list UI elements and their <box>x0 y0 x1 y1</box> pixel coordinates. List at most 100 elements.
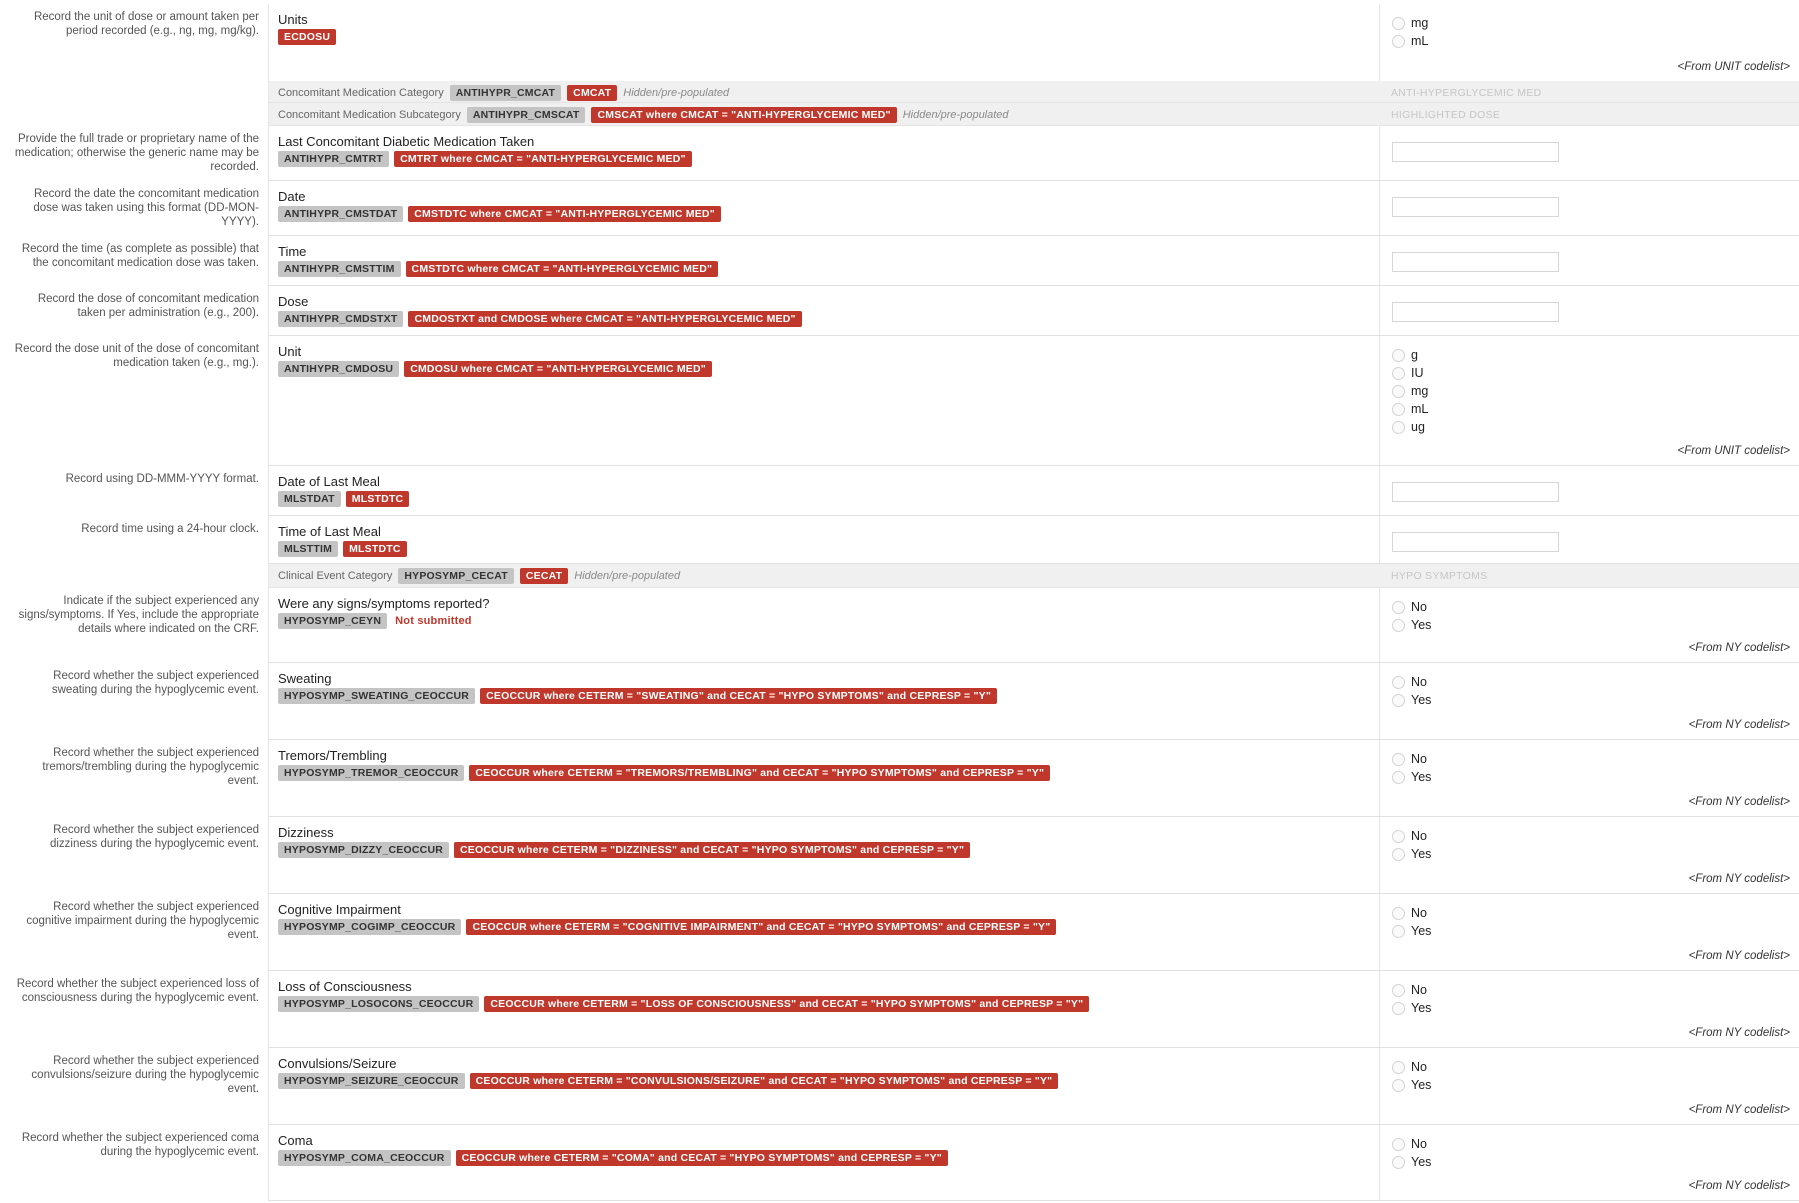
question-label: Time <box>278 244 307 259</box>
field-block-convulsions-seizure: Convulsions/Seizure HYPOSYMP_SEIZURE_CEOC… <box>268 1048 1799 1125</box>
time-of-last-meal-text-input[interactable] <box>1392 532 1559 552</box>
radio-group-units: mg mL <box>1392 14 1428 50</box>
radio-option-yes[interactable]: Yes <box>1392 616 1431 634</box>
question-cell: Were any signs/symptoms reported? HYPOSYM… <box>269 588 1379 662</box>
radio-button-icon[interactable] <box>1392 1060 1405 1074</box>
radio-option-no[interactable]: No <box>1392 750 1431 768</box>
annotation-tags: ANTIHYPR_CMSTDAT CMSTDTC where CMCAT = "A… <box>278 206 721 222</box>
radio-button-icon[interactable] <box>1392 752 1405 766</box>
annotation-tags: MLSTTIM MLSTDTC <box>278 541 407 557</box>
radio-button-icon[interactable] <box>1392 384 1405 398</box>
radio-option-yes[interactable]: Yes <box>1392 845 1431 863</box>
variable-tag: HYPOSYMP_COGIMP_CEOCCUR <box>278 919 462 935</box>
codelist-note: <From UNIT codelist> <box>1677 445 1790 457</box>
radio-button-icon[interactable] <box>1392 1155 1405 1169</box>
field-instruction: Record whether the subject experienced co… <box>0 1054 259 1096</box>
radio-button-icon[interactable] <box>1392 34 1405 48</box>
mapping-tag: CEOCCUR where CETERM = "CONVULSIONS/SEIZ… <box>469 1073 1059 1089</box>
radio-button-icon[interactable] <box>1392 983 1405 997</box>
radio-button-icon[interactable] <box>1392 348 1405 362</box>
radio-button-icon[interactable] <box>1392 906 1405 920</box>
radio-option-mg[interactable]: mg <box>1392 382 1428 400</box>
last-concomitant-diabetic-medication-taken-text-input[interactable] <box>1392 142 1559 162</box>
radio-option-yes[interactable]: Yes <box>1392 1153 1431 1171</box>
radio-option-no[interactable]: No <box>1392 981 1431 999</box>
radio-option-no[interactable]: No <box>1392 904 1431 922</box>
radio-button-icon[interactable] <box>1392 1001 1405 1015</box>
question-cell: Loss of Consciousness HYPOSYMP_LOSOCONS_C… <box>269 971 1379 1047</box>
radio-option-no[interactable]: No <box>1392 598 1431 616</box>
variable-tag: HYPOSYMP_CECAT <box>398 568 514 584</box>
question-cell: Concomitant Medication Subcategory ANTIHY… <box>269 103 1379 125</box>
mapping-tag: CMSTDTC where CMCAT = "ANTI-HYPERGLYCEMI… <box>408 206 721 222</box>
variable-tag: HYPOSYMP_LOSOCONS_CEOCCUR <box>278 996 480 1012</box>
radio-option-iu[interactable]: IU <box>1392 364 1428 382</box>
answer-cell <box>1379 236 1799 285</box>
mapping-tag: CMDOSU where CMCAT = "ANTI-HYPERGLYCEMIC… <box>404 361 712 377</box>
radio-option-ml[interactable]: mL <box>1392 400 1428 418</box>
radio-option-yes[interactable]: Yes <box>1392 1076 1431 1094</box>
form-row-dose: Record the dose of concomitant medicatio… <box>0 286 1799 336</box>
radio-button-icon[interactable] <box>1392 366 1405 380</box>
radio-button-icon[interactable] <box>1392 924 1405 938</box>
radio-button-icon[interactable] <box>1392 1078 1405 1092</box>
crf-page: Record the unit of dose or amount taken … <box>0 0 1799 1203</box>
radio-option-no[interactable]: No <box>1392 1135 1431 1153</box>
hidden-field-line: Concomitant Medication Subcategory ANTIHY… <box>278 107 1009 123</box>
radio-button-icon[interactable] <box>1392 402 1405 416</box>
field-block-unit: Unit ANTIHYPR_CMDOSU CMDOSU where CMCAT = … <box>268 336 1799 466</box>
prepopulated-value: HYPO SYMPTOMS <box>1391 570 1488 582</box>
radio-option-yes[interactable]: Yes <box>1392 922 1431 940</box>
radio-option-no[interactable]: No <box>1392 1058 1431 1076</box>
radio-option-no[interactable]: No <box>1392 673 1431 691</box>
radio-option-no[interactable]: No <box>1392 827 1431 845</box>
date-of-last-meal-text-input[interactable] <box>1392 482 1559 502</box>
radio-option-yes[interactable]: Yes <box>1392 768 1431 786</box>
mapping-tag: CMSTDTC where CMCAT = "ANTI-HYPERGLYCEMI… <box>405 261 719 277</box>
field-instruction: Record using DD-MMM-YYYY format. <box>0 472 259 486</box>
radio-button-icon[interactable] <box>1392 618 1405 632</box>
field-instruction: Record the dose of concomitant medicatio… <box>0 292 259 320</box>
answer-cell <box>1379 126 1799 180</box>
field-block-concomitant-medication-subcategory: Concomitant Medication Subcategory ANTIHY… <box>268 103 1799 126</box>
radio-button-icon[interactable] <box>1392 847 1405 861</box>
instruction-line: consciousness during the hypoglycemic ev… <box>21 992 259 1004</box>
form-row-clinical-event-category: Clinical Event Category HYPOSYMP_CECAT CEC… <box>0 564 1799 588</box>
radio-button-icon[interactable] <box>1392 16 1405 30</box>
question-label: Date <box>278 189 306 204</box>
radio-option-label: mL <box>1411 34 1429 48</box>
radio-button-icon[interactable] <box>1392 675 1405 689</box>
question-label: Convulsions/Seizure <box>278 1056 397 1071</box>
mapping-tag: CMDOSTXT and CMDOSE where CMCAT = "ANTI-… <box>408 311 802 327</box>
radio-group-loss-of-consciousness: No Yes <box>1392 981 1431 1017</box>
form-row-coma: Record whether the subject experienced c… <box>0 1125 1799 1201</box>
radio-option-yes[interactable]: Yes <box>1392 999 1431 1017</box>
hidden-prepopulated-note: Hidden/pre-populated <box>623 87 730 99</box>
radio-button-icon[interactable] <box>1392 770 1405 784</box>
answer-cell: HYPO SYMPTOMS <box>1379 564 1799 587</box>
date-text-input[interactable] <box>1392 197 1559 217</box>
radio-button-icon[interactable] <box>1392 600 1405 614</box>
radio-group-coma: No Yes <box>1392 1135 1431 1171</box>
radio-option-yes[interactable]: Yes <box>1392 691 1431 709</box>
field-instruction: Record whether the subject experienced di… <box>0 823 259 851</box>
variable-tag: ANTIHYPR_CMCAT <box>449 85 562 101</box>
codelist-note: <From NY codelist> <box>1688 719 1790 731</box>
radio-option-ml[interactable]: mL <box>1392 32 1428 50</box>
radio-option-label: Yes <box>1411 693 1432 707</box>
annotation-tags: ECDOSU <box>278 29 337 45</box>
instruction-line: Indicate if the subject experienced any <box>63 595 259 607</box>
instruction-line: Record the date the concomitant medicati… <box>33 188 259 200</box>
radio-button-icon[interactable] <box>1392 420 1405 434</box>
annotation-tags: MLSTDAT MLSTDTC <box>278 491 410 507</box>
radio-button-icon[interactable] <box>1392 1137 1405 1151</box>
instruction-line: Record whether the subject experienced l… <box>16 978 259 990</box>
radio-option-ug[interactable]: ug <box>1392 418 1428 436</box>
time-text-input[interactable] <box>1392 252 1559 272</box>
dose-text-input[interactable] <box>1392 302 1559 322</box>
radio-option-mg[interactable]: mg <box>1392 14 1428 32</box>
radio-option-g[interactable]: g <box>1392 346 1428 364</box>
radio-button-icon[interactable] <box>1392 829 1405 843</box>
question-label: Dose <box>278 294 309 309</box>
radio-button-icon[interactable] <box>1392 693 1405 707</box>
